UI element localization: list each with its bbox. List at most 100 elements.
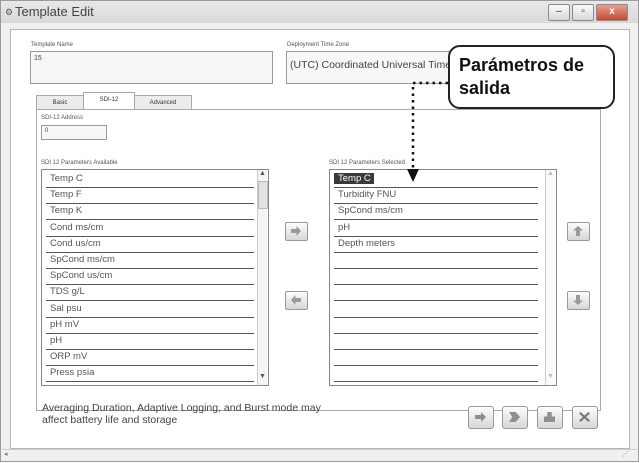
list-item-label: Press psia xyxy=(50,367,95,379)
list-item-label: TDS g/L xyxy=(50,286,85,298)
cancel-button[interactable] xyxy=(572,406,598,429)
list-item[interactable]: pH xyxy=(46,333,254,350)
minimize-button[interactable]: – xyxy=(548,4,570,21)
timezone-field[interactable]: (UTC) Coordinated Universal Time xyxy=(286,51,463,84)
available-scrollbar[interactable]: ▲ ▼ xyxy=(257,170,268,385)
scroll-up-icon[interactable]: ▲ xyxy=(546,170,555,180)
add-parameter-button[interactable] xyxy=(285,222,308,241)
move-down-button[interactable] xyxy=(567,291,590,310)
list-item-label: pH xyxy=(338,221,351,233)
resize-grip-icon[interactable]: ⋰ xyxy=(622,450,629,458)
close-button[interactable]: x xyxy=(596,4,628,21)
list-item[interactable]: Sal psu xyxy=(46,301,254,318)
list-item-label xyxy=(334,335,338,346)
list-item-label: Sal psu xyxy=(50,302,82,314)
list-item-label xyxy=(334,303,338,314)
timezone-label: Deployment Time Zone xyxy=(287,42,350,48)
template-edit-window: ⚙ Template Edit – ▫ x Template Name 15 D… xyxy=(0,0,639,462)
list-item[interactable]: Temp F xyxy=(46,187,254,205)
tab-basic[interactable]: Basic xyxy=(36,95,84,110)
list-item-label xyxy=(334,286,338,297)
list-item[interactable]: ORP mV xyxy=(46,349,254,367)
apply-button[interactable] xyxy=(502,406,528,429)
list-item-label: Turbidity FNU xyxy=(338,189,397,201)
list-item[interactable]: Cond ms/cm xyxy=(46,220,254,237)
list-item-label xyxy=(334,351,338,362)
callout-box: Parámetros de salida xyxy=(448,45,615,109)
template-name-label: Template Name xyxy=(31,42,74,48)
list-item[interactable]: Temp C xyxy=(334,171,538,188)
list-item[interactable]: Temp K xyxy=(46,203,254,221)
list-item[interactable]: SpCond ms/cm xyxy=(46,252,254,269)
list-item-label: SpCond ms/cm xyxy=(338,205,403,217)
maximize-button[interactable]: ▫ xyxy=(572,4,594,21)
remove-parameter-button[interactable] xyxy=(285,291,308,310)
list-item[interactable] xyxy=(334,252,538,269)
close-icon xyxy=(579,412,590,422)
sdi-address-label: SDI-12 Address xyxy=(41,115,84,121)
save-button[interactable] xyxy=(537,406,563,429)
list-item-label: Temp K xyxy=(50,205,83,217)
list-item-label: Cond us/cm xyxy=(50,237,101,249)
app-icon: ⚙ xyxy=(5,7,14,17)
battery-warning-note: Averaging Duration, Adaptive Logging, an… xyxy=(42,402,321,426)
list-item[interactable]: Temp C xyxy=(46,171,254,188)
arrow-right-icon xyxy=(475,412,486,422)
template-name-field[interactable]: 15 xyxy=(30,51,273,84)
callout-text: Parámetros de salida xyxy=(459,55,585,98)
arrow-down-icon xyxy=(573,295,583,305)
scroll-down-icon[interactable]: ▼ xyxy=(546,373,555,383)
tab-sdi12[interactable]: SDI-12 xyxy=(83,92,135,110)
selected-parameters-list[interactable]: Temp C Turbidity FNU SpCond ms/cm pH Depth m… xyxy=(329,169,557,386)
arrow-left-icon xyxy=(291,295,301,305)
list-item[interactable] xyxy=(334,317,538,334)
move-up-button[interactable] xyxy=(567,222,590,241)
available-list-label: SDI 12 Parameters Available xyxy=(41,160,118,166)
list-item-label: SpCond us/cm xyxy=(50,270,113,282)
save-icon xyxy=(544,412,555,422)
selected-list-label: SDI 12 Parameters Selected xyxy=(329,160,406,166)
list-item-label: Depth meters xyxy=(338,237,396,249)
sdi-address-field[interactable]: 0 xyxy=(41,125,107,140)
arrow-right-icon xyxy=(291,226,301,236)
list-item[interactable] xyxy=(334,284,538,302)
list-item-label: pH mV xyxy=(50,318,80,330)
list-item-label: Temp C xyxy=(334,173,374,184)
list-item[interactable] xyxy=(334,301,538,318)
scroll-up-icon[interactable]: ▲ xyxy=(258,170,267,180)
list-item[interactable] xyxy=(334,333,538,350)
list-item[interactable] xyxy=(334,349,538,367)
list-item-label xyxy=(334,319,338,330)
arrow-up-icon xyxy=(573,226,583,236)
list-item-label xyxy=(334,254,338,265)
list-item[interactable]: TDS g/L xyxy=(46,284,254,302)
list-item-label: Temp C xyxy=(50,173,83,184)
scroll-down-icon[interactable]: ▼ xyxy=(258,373,267,383)
selected-scrollbar[interactable]: ▲ ▼ xyxy=(545,170,555,385)
list-item[interactable]: SpCond us/cm xyxy=(46,268,254,286)
status-bar: ◂ ⋰ xyxy=(2,449,637,461)
tab-advanced[interactable]: Advanced xyxy=(134,95,192,110)
export-icon xyxy=(509,412,520,422)
list-item-label: SpCond ms/cm xyxy=(50,254,115,265)
list-item[interactable]: Depth meters xyxy=(334,236,538,253)
list-item-label: ORP mV xyxy=(50,351,88,363)
list-item-label: Cond ms/cm xyxy=(50,221,104,233)
window-title: Template Edit xyxy=(15,4,94,19)
list-item[interactable]: Turbidity FNU xyxy=(334,187,538,205)
title-bar: ⚙ Template Edit – ▫ x xyxy=(1,1,638,23)
list-item[interactable]: pH mV xyxy=(46,317,254,334)
list-item[interactable]: Press psia xyxy=(46,365,254,383)
list-item-label: pH xyxy=(50,335,63,346)
scroll-thumb[interactable] xyxy=(258,181,268,209)
available-parameters-list[interactable]: Temp C Temp F Temp K Cond ms/cm Cond us/cm Sp… xyxy=(41,169,269,386)
list-item[interactable] xyxy=(334,365,538,383)
list-item-label xyxy=(334,367,338,378)
list-item[interactable]: pH xyxy=(334,220,538,237)
next-button[interactable] xyxy=(468,406,494,429)
list-item[interactable] xyxy=(334,268,538,286)
list-item[interactable]: SpCond ms/cm xyxy=(334,203,538,221)
scroll-left-icon[interactable]: ◂ xyxy=(4,450,8,458)
list-item-label: Temp F xyxy=(50,189,82,201)
list-item[interactable]: Cond us/cm xyxy=(46,236,254,253)
